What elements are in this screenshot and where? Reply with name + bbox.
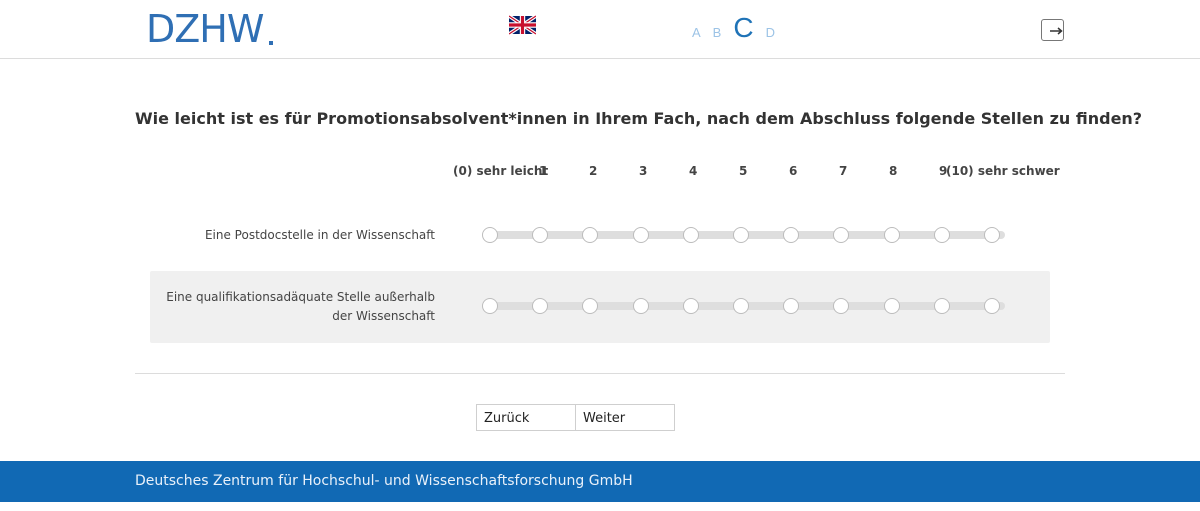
slider-option-9[interactable] [933,298,950,314]
font-size-c[interactable]: C [733,12,753,44]
slider-option-1[interactable] [532,227,549,243]
footer: Deutsches Zentrum für Hochschul- und Wis… [0,461,1200,502]
item-label-postdoc: Eine Postdocstelle in der Wissenschaft [205,226,435,245]
scale-label-6: 6 [789,164,798,178]
scale-label-8: 8 [889,164,898,178]
header: DZHW A B C D [0,0,1200,59]
item-label-line: Eine Postdocstelle in der Wissenschaft [204,228,435,242]
slider-option-3[interactable] [632,227,649,243]
slider-option-4[interactable] [682,227,699,243]
slider-option-3[interactable] [632,298,649,314]
next-button[interactable]: Weiter [575,404,675,431]
scale-label-4: 4 [689,164,698,178]
slider-option-8[interactable] [883,298,900,314]
scale-label-5: 5 [739,164,748,178]
uk-flag-icon[interactable] [509,15,536,35]
slider-option-0[interactable] [482,298,498,314]
slider-option-10[interactable] [984,298,1000,314]
item-label-line: der Wissenschaft [332,309,435,323]
font-size-switcher: A B C D [692,12,775,44]
scale-label-7: 7 [839,164,848,178]
scale-label-3: 3 [639,164,648,178]
font-size-d[interactable]: D [766,25,775,40]
slider-option-0[interactable] [482,227,498,243]
scale-label-10: (10) sehr schwer [946,164,1060,178]
back-button[interactable]: Zurück [476,404,576,431]
divider [135,373,1065,374]
footer-text: Deutsches Zentrum für Hochschul- und Wis… [135,473,633,489]
slider-option-6[interactable] [783,227,800,243]
item-label-outside: Eine qualifikationsadäquate Stelle außer… [166,288,435,326]
slider-option-2[interactable] [582,227,599,243]
logo-dot [269,41,273,45]
slider-option-5[interactable] [733,227,749,243]
scale-label-2: 2 [589,164,598,178]
font-size-b[interactable]: B [713,25,722,40]
dzhw-logo[interactable]: DZHW [146,9,264,49]
slider-option-7[interactable] [833,227,850,243]
logout-icon [1050,27,1063,35]
scale-label-0: (0) sehr leicht [453,164,549,178]
font-size-a[interactable]: A [692,25,701,40]
slider-option-4[interactable] [682,298,699,314]
exit-button[interactable] [1041,19,1064,41]
item-label-line: Eine qualifikationsadäquate Stelle außer… [166,290,435,304]
slider-option-5[interactable] [733,298,749,314]
slider-option-9[interactable] [933,227,950,243]
slider-option-10[interactable] [984,227,1000,243]
slider-option-8[interactable] [883,227,900,243]
scale-label-1: 1 [539,164,548,178]
question-text: Wie leicht ist es für Promotionsabsolven… [135,109,1143,128]
